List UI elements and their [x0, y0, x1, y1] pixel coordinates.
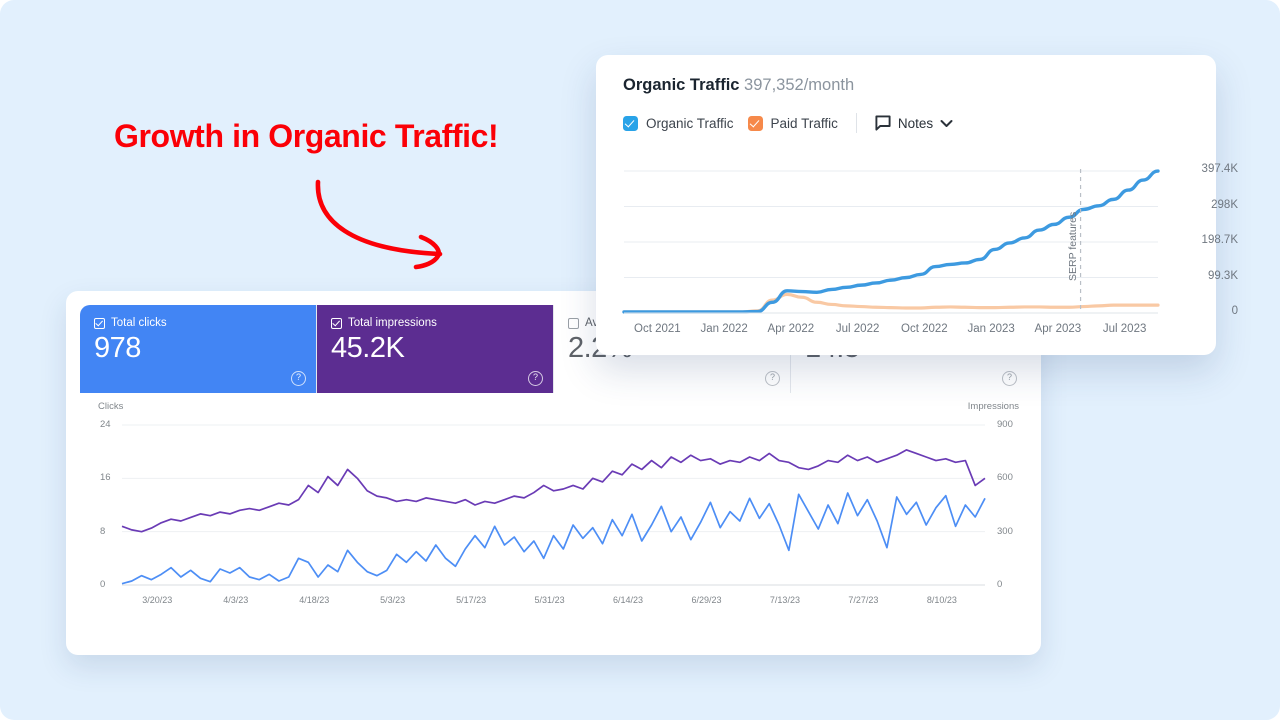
- metric-card-total-impressions[interactable]: Total impressions 45.2K ?: [317, 305, 554, 393]
- y-axis-tick: 298K: [1211, 198, 1238, 211]
- screenshot-root: Growth in Organic Traffic! Total clicks …: [0, 0, 1280, 720]
- metric-value: 45.2K: [331, 332, 405, 364]
- x-axis-tick: 5/31/23: [534, 595, 565, 605]
- x-axis-tick: Oct 2022: [901, 323, 948, 335]
- help-icon[interactable]: ?: [291, 371, 306, 386]
- legend-label: Organic Traffic: [646, 115, 734, 131]
- x-axis-tick: 6/14/23: [613, 595, 644, 605]
- metric-label: Total impressions: [348, 317, 437, 329]
- x-axis-tick: 5/17/23: [456, 595, 487, 605]
- x-axis-tick: 6/29/23: [691, 595, 722, 605]
- paid-traffic-checkbox[interactable]: [747, 115, 763, 131]
- help-icon[interactable]: ?: [528, 371, 543, 386]
- x-axis-tick: Jan 2023: [967, 323, 1015, 335]
- x-axis-tick: Apr 2022: [767, 323, 815, 335]
- right-axis-tick: 0: [997, 579, 1003, 590]
- left-axis-tick: 8: [100, 525, 106, 537]
- organic-traffic-title-value: 397,352/month: [744, 76, 855, 94]
- left-axis-tick: 16: [100, 472, 111, 484]
- organic-traffic-title-label: Organic Traffic: [623, 76, 740, 94]
- legend-item-paid-traffic[interactable]: Paid Traffic: [747, 115, 838, 131]
- y-axis-tick: 198.7K: [1201, 234, 1238, 246]
- chevron-down-icon: [940, 119, 953, 127]
- x-axis-tick: 4/3/23: [223, 595, 249, 605]
- notes-label: Notes: [897, 115, 934, 131]
- help-icon[interactable]: ?: [1002, 371, 1017, 386]
- x-axis-tick: 3/20/23: [142, 595, 173, 605]
- y-axis-tick: 99.3K: [1207, 269, 1238, 282]
- traffic-legend: Organic Traffic Paid Traffic Notes: [623, 113, 953, 133]
- legend-divider: [855, 113, 857, 133]
- organic-traffic-checkbox[interactable]: [623, 115, 638, 131]
- metric-card-header: Total clicks: [94, 317, 302, 329]
- left-axis-tick: 24: [100, 419, 111, 430]
- total-impressions-checkbox[interactable]: [331, 317, 342, 329]
- x-axis-tick: Jul 2022: [835, 323, 880, 335]
- organic-traffic-card: Organic Traffic 397,352/month Organic Tr…: [596, 55, 1238, 355]
- y-axis-tick: 0: [1231, 305, 1238, 317]
- note-icon: [875, 115, 891, 131]
- page-title: Growth in Organic Traffic!: [114, 118, 499, 154]
- x-axis-tick: Jan 2022: [700, 323, 748, 335]
- organic-traffic-title: Organic Traffic 397,352/month: [623, 76, 854, 95]
- x-axis-tick: Apr 2023: [1034, 323, 1082, 335]
- right-axis-tick: 600: [997, 472, 1013, 484]
- total-clicks-checkbox[interactable]: [94, 317, 105, 329]
- x-axis-tick: Oct 2021: [634, 323, 681, 335]
- organic-traffic-plot: [622, 169, 1160, 314]
- metric-label: Total clicks: [111, 317, 167, 329]
- legend-label: Paid Traffic: [770, 115, 838, 131]
- serp-features-annotation: SERP features: [1066, 211, 1079, 281]
- x-axis-tick: 4/18/23: [299, 595, 330, 605]
- x-axis-tick: 7/13/23: [769, 595, 800, 605]
- organic-traffic-chart: 0 99.3K 198.7K 298K 397.4K Oct 2021 Jan 2022 Ap…: [620, 163, 1238, 338]
- curved-arrow-icon: [315, 179, 443, 270]
- metric-value: 978: [94, 332, 141, 364]
- y-axis-tick: 397.4K: [1201, 163, 1238, 175]
- help-icon[interactable]: ?: [765, 371, 780, 386]
- metric-card-total-clicks[interactable]: Total clicks 978 ?: [80, 305, 317, 393]
- right-axis-tick: 300: [997, 525, 1013, 537]
- legend-item-organic-traffic[interactable]: Organic Traffic: [623, 115, 734, 131]
- metric-card-header: Total impressions: [331, 317, 539, 329]
- right-axis-tick: 900: [997, 419, 1013, 430]
- search-console-chart: Clicks Impressions 0 0 8 300 16 600 24 900 3/20/…: [80, 399, 1027, 639]
- x-axis-tick: Jul 2023: [1102, 323, 1147, 335]
- x-axis-tick: 5/3/23: [380, 595, 406, 605]
- x-axis-tick: 7/27/23: [848, 595, 879, 605]
- notes-dropdown[interactable]: Notes: [875, 115, 953, 131]
- left-axis-tick: 0: [100, 579, 106, 590]
- x-axis-tick: 8/10/23: [926, 595, 957, 605]
- average-ctr-checkbox[interactable]: [568, 317, 579, 329]
